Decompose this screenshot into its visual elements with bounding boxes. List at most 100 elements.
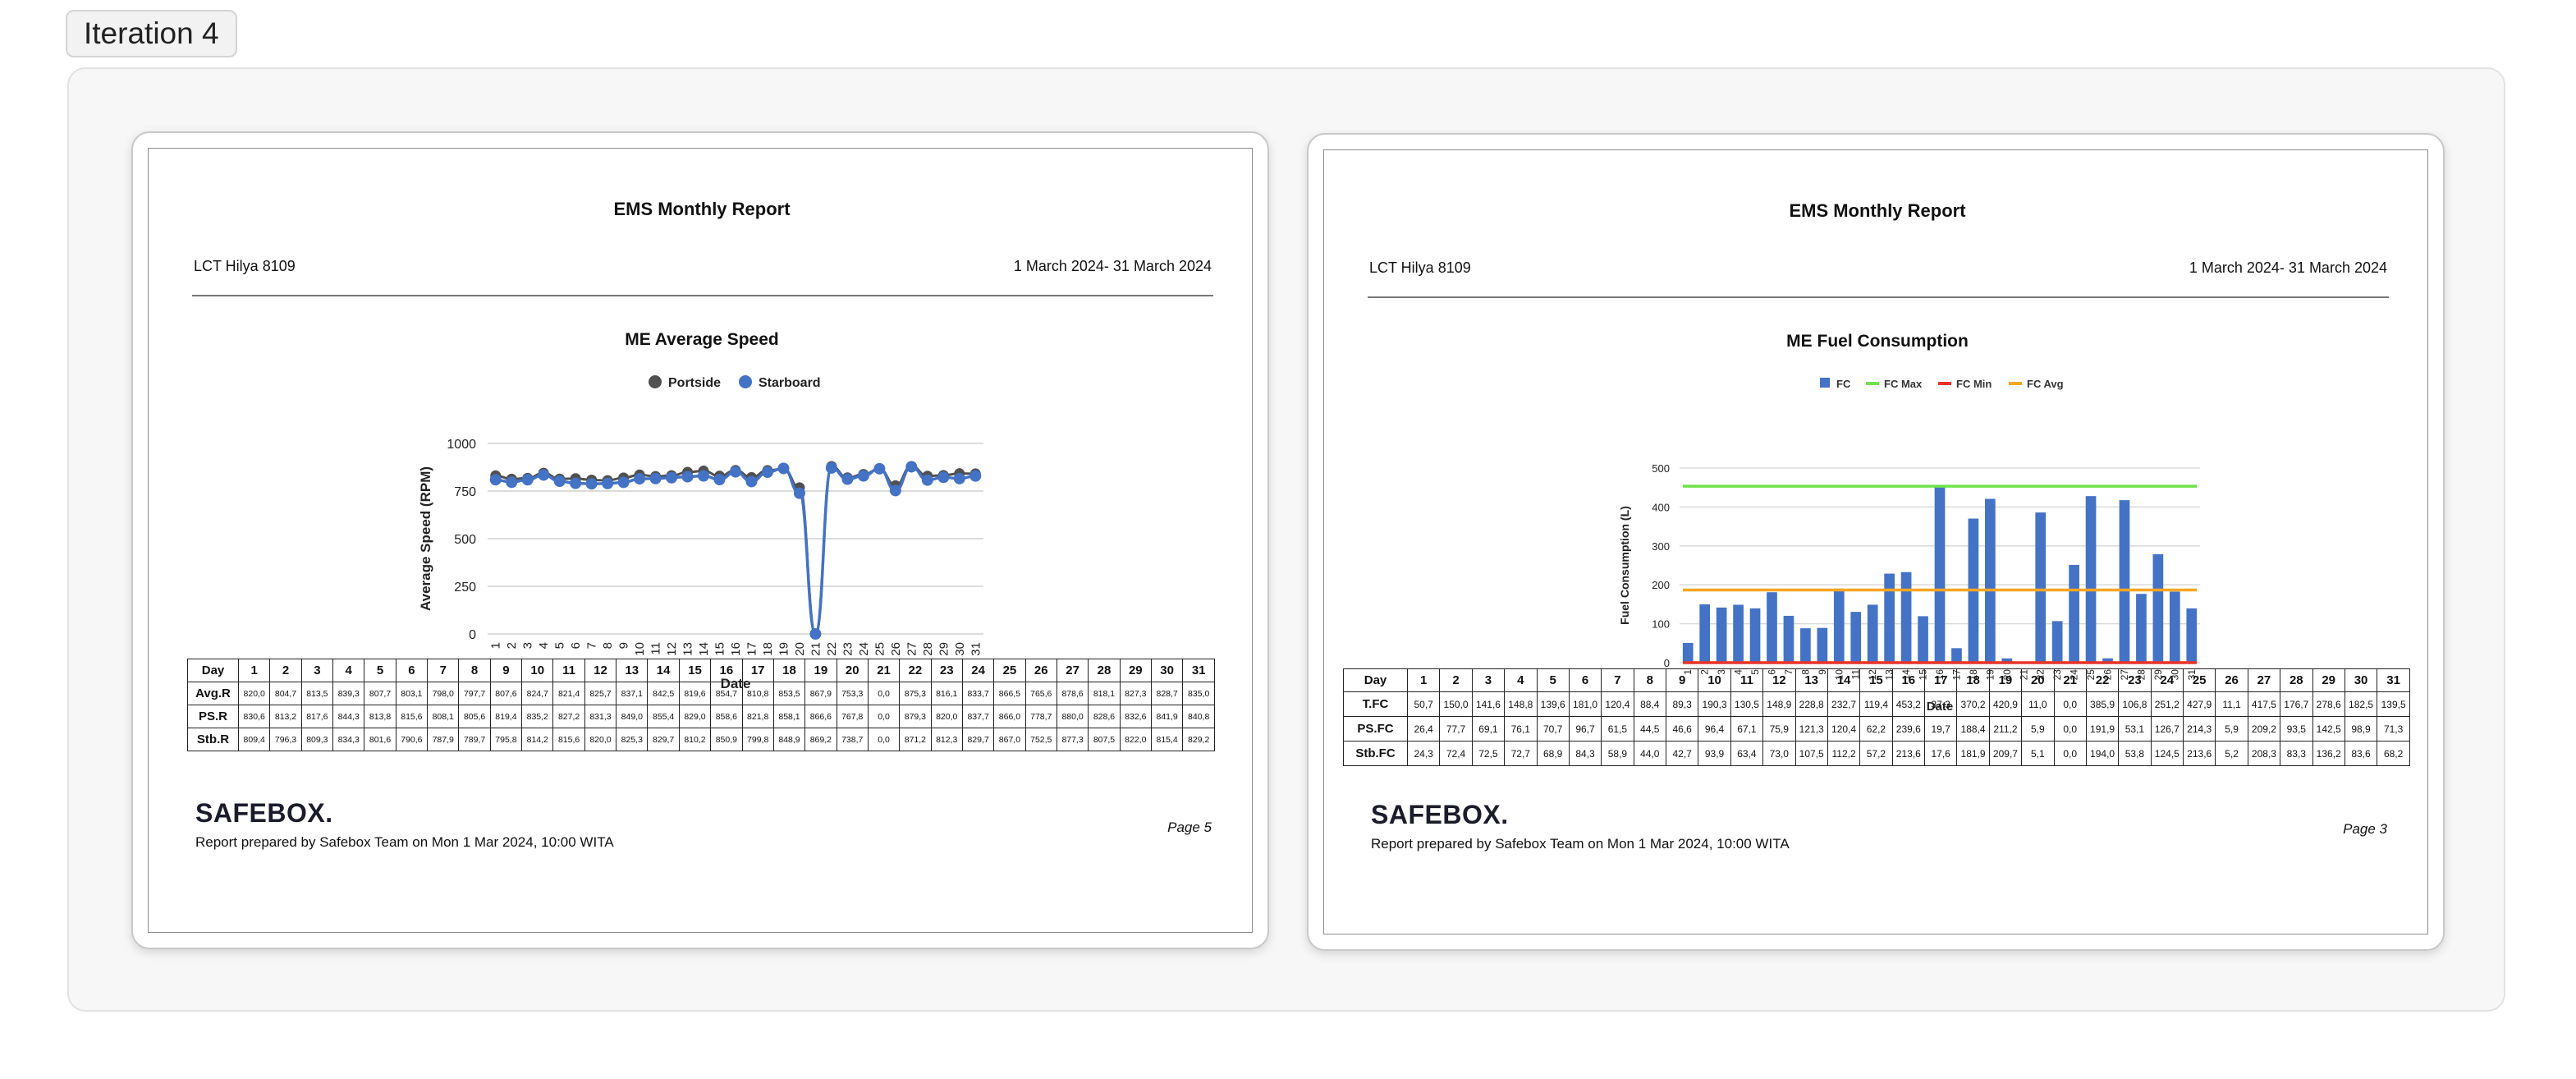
table-cell: 853,5 [772, 682, 806, 705]
table-header-cell: 16 [710, 659, 743, 682]
y-tick-label: 300 [1652, 540, 1670, 553]
table-cell: 84,3 [1568, 741, 1602, 766]
y-axis-label: Average Speed (RPM) [418, 466, 433, 611]
data-point-starboard [602, 477, 614, 489]
bar-fc [2085, 496, 2097, 663]
chart-title: ME Average Speed [625, 330, 779, 349]
x-tick-label: 12 [665, 642, 679, 656]
table-cell: 879,3 [899, 705, 932, 728]
table-cell: 817,6 [300, 705, 334, 728]
table-cell: 228,8 [1794, 691, 1828, 717]
table-cell: 850,9 [710, 728, 743, 751]
table-header-cell: 22 [899, 659, 932, 682]
table-cell: 106,8 [2118, 691, 2152, 717]
data-point-starboard [841, 473, 854, 485]
table-cell: 0,0 [867, 705, 901, 728]
table-cell: 869,2 [804, 728, 837, 751]
table-cell: 46,6 [1665, 716, 1699, 742]
table-cell: 799,8 [741, 728, 774, 751]
y-tick-label: 100 [1652, 618, 1670, 631]
table-cell: 385,9 [2085, 691, 2120, 717]
table-header-cell: 14 [1827, 668, 1861, 692]
report-page-right[interactable]: EMS Monthly Report LCT Hilya 8109 1 Marc… [1307, 133, 2445, 951]
table-cell: 11,1 [2215, 691, 2248, 717]
y-tick-label: 0 [1664, 657, 1670, 669]
report-title: EMS Monthly Report [1789, 200, 1966, 221]
table-row: T.FC 50,7 150,0 141,6 148,8 139,6 181,0 120,4 88… [1343, 691, 2410, 717]
table-cell: 124,5 [2150, 741, 2184, 766]
bar-fc [2136, 594, 2147, 663]
table-cell: 88,4 [1633, 691, 1667, 717]
speed-line-chart: Portside Starboard025050075010001 2 3 4 5 6 7 8 9… [418, 375, 983, 691]
table-cell: 136,2 [2312, 741, 2345, 766]
table-cell: 42,7 [1665, 741, 1699, 766]
table-cell: 5,9 [2215, 716, 2248, 742]
table-cell: 0,0 [867, 682, 901, 705]
legend-label-fc-max: FC Max [1884, 378, 1923, 390]
x-tick-label: 4 [537, 642, 551, 649]
table-cell: 142,5 [2312, 716, 2345, 742]
table-header-cell: 24 [961, 659, 995, 682]
bar-fc [1800, 628, 1811, 663]
table-cell: 832,6 [1119, 705, 1152, 728]
report-page-left[interactable]: EMS Monthly Report LCT Hilya 8109 1 Marc… [131, 131, 1269, 949]
table-header-cell: 22 [2085, 668, 2120, 692]
bar-fc [1817, 627, 1828, 663]
table-cell: 829,7 [647, 728, 680, 751]
legend-label-fc-avg: FC Avg [2027, 378, 2064, 390]
y-tick-label: 400 [1652, 501, 1670, 513]
table-cell: 809,3 [300, 728, 334, 751]
table-cell: 849,0 [616, 705, 649, 728]
x-tick-label: 2 [505, 642, 519, 649]
table-cell: 787,9 [427, 728, 460, 751]
x-tick-label: 25 [873, 642, 887, 656]
table-cell: 871,2 [899, 728, 932, 751]
row-label: PS.FC [1343, 716, 1408, 742]
table-header-cell: 7 [1601, 668, 1634, 692]
table-header-cell: 29 [1119, 659, 1152, 682]
x-tick-label: 14 [697, 642, 711, 656]
data-point-starboard [937, 471, 950, 484]
table-cell: 825,3 [616, 728, 649, 751]
table-cell: 767,8 [836, 705, 869, 728]
table-cell: 835,0 [1182, 682, 1215, 705]
table-cell: 182,5 [2344, 691, 2378, 717]
table-header-cell: 20 [836, 659, 869, 682]
table-cell: 62,2 [1859, 716, 1893, 742]
bar-fc [1833, 588, 1845, 663]
table-header-cell: 15 [678, 659, 712, 682]
table-cell: 98,9 [2344, 716, 2378, 742]
table-cell: 813,8 [364, 705, 396, 728]
table-cell: 796,3 [269, 728, 302, 751]
table-cell: 833,7 [961, 682, 995, 705]
table-cell: 0,0 [2053, 741, 2087, 766]
table-cell: 752,5 [1024, 728, 1057, 751]
table-cell: 829,0 [678, 705, 712, 728]
table-header-cell: 25 [993, 659, 1026, 682]
table-cell: 141,6 [1471, 691, 1506, 717]
table-cell: 790,6 [395, 728, 429, 751]
data-point-starboard [905, 461, 918, 473]
legend-marker-starboard [739, 375, 752, 388]
data-point-starboard [489, 474, 502, 486]
bar-fc [1934, 486, 1946, 663]
table-cell: 53,8 [2118, 741, 2152, 766]
data-point-starboard [506, 476, 518, 489]
page-number: Page 3 [2343, 821, 2387, 837]
chart-legend: FC FC Max FC Min FC Avg [1820, 378, 2064, 390]
vessel-name: LCT Hilya 8109 [194, 258, 296, 274]
table-cell: 194,0 [2085, 741, 2120, 766]
table-cell: 17,6 [1923, 741, 1958, 766]
table-cell: 844,3 [332, 705, 365, 728]
table-cell: 68,9 [1536, 741, 1570, 766]
fuel-data-table: Day 1 2 3 4 5 6 7 8 9 10 11 12 13 14 15 16 17 18 19 20 21 22 23… [1343, 668, 2410, 766]
table-row: Stb.FC 24,3 72,4 72,5 72,7 68,9 84,3 58,9 44,0 42… [1343, 741, 2410, 766]
table-cell: 829,2 [1182, 728, 1215, 751]
table-cell: 63,4 [1730, 741, 1764, 766]
table-cell: 83,6 [2344, 741, 2378, 766]
y-tick-label: 1000 [447, 438, 476, 452]
bar-fc [1985, 498, 1996, 663]
table-header-cell: 27 [2247, 668, 2281, 692]
bar-fc [1749, 608, 1761, 663]
table-cell: 866,5 [993, 682, 1026, 705]
